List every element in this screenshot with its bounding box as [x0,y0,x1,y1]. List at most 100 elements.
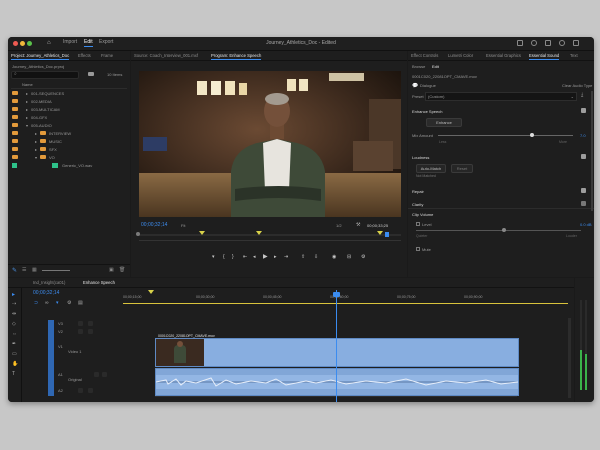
subtab-edit[interactable]: Edit [432,64,439,69]
subtab-browse[interactable]: Browse [412,64,425,69]
playhead-icon[interactable] [385,232,389,237]
playhead-line[interactable] [336,290,337,402]
track-lock-icon[interactable] [78,388,83,393]
go-to-in-button[interactable]: ⇤ [243,254,247,260]
razor-tool-icon[interactable]: ◇ [12,321,16,327]
save-preset-icon[interactable]: ⤓ [581,92,583,98]
add-marker-button[interactable]: ▾ [212,254,215,260]
quality-dropdown[interactable]: 1/2 [336,223,342,228]
timeline-timecode[interactable]: 00;00;32;14 [33,290,59,296]
tab-sequence-enhance-speech[interactable]: Enhance Speech [83,280,115,285]
go-to-out-button[interactable]: ⇥ [284,254,288,260]
snap-icon[interactable]: ⊃ [34,300,38,306]
level-slider[interactable] [416,228,581,232]
work-area-bar[interactable] [123,303,568,304]
marker-icon[interactable] [377,231,383,235]
audio-clip[interactable] [155,368,519,396]
slider-thumb[interactable] [502,228,506,232]
panel-scrollbar[interactable] [591,91,593,211]
step-forward-button[interactable]: ▸ [274,254,277,260]
progress-icon[interactable] [531,40,537,46]
program-scrub-bar[interactable] [136,231,401,237]
tab-source[interactable]: Source: Coach_Interview_001.mxf [134,53,198,58]
hand-tool-icon[interactable]: ✋ [12,361,18,367]
lift-button[interactable]: ⇧ [301,254,305,260]
eye-icon[interactable] [88,321,93,326]
tab-essential-graphics[interactable]: Essential Graphics [486,53,521,58]
wrench-icon[interactable]: ⚒ [356,222,360,228]
pen-tool-icon[interactable]: ✒ [12,341,16,347]
mark-out-button[interactable]: } [232,254,234,260]
level-value[interactable]: 0.0 dB [580,222,592,227]
new-bin-icon[interactable] [88,72,94,76]
zoom-slider[interactable] [42,270,70,271]
tab-project[interactable]: Project: Journey_Athletics_Doc [11,53,70,60]
program-video-frame[interactable] [139,71,401,217]
mute-track-icon[interactable] [88,388,93,393]
zoom-scrollbar[interactable] [139,240,401,241]
tab-sequence-insight[interactable]: Ind_Insight(ca01) [33,280,65,285]
tab-effect-controls[interactable]: Effect Controls [411,53,438,58]
timeline-settings-icon[interactable]: ⚙ [67,300,71,306]
mark-in-button[interactable]: { [223,254,225,260]
marker-icon[interactable] [199,231,205,235]
type-tool-icon[interactable]: T [12,371,15,377]
pencil-icon[interactable]: ✎ [12,267,17,274]
time-ruler[interactable]: 00;00;15;00 00;00;30;00 00;00;45;00 00;0… [123,290,568,304]
source-patch-audio[interactable] [48,366,54,396]
add-marker-icon[interactable]: ▾ [56,300,59,306]
enhance-button[interactable]: Enhance [426,118,462,127]
video-clip[interactable]: 0001C020_22081OPT_CMAVE.mov [155,334,519,367]
source-patch-video[interactable] [48,320,54,366]
slip-tool-icon[interactable]: ⇔ [12,331,17,337]
level-checkbox[interactable] [416,222,420,226]
play-button[interactable]: ▶ [263,253,268,260]
selection-tool-icon[interactable]: ▸ [12,291,15,298]
playhead-icon[interactable] [333,292,340,297]
marker-icon[interactable] [256,231,262,235]
timeline-scrollbar[interactable] [568,318,571,398]
settings-icon[interactable]: ⚙ [361,254,365,260]
program-timecode[interactable]: 00;00;32;14 [141,222,167,228]
slider-thumb[interactable] [530,133,534,137]
marker-icon[interactable] [148,290,154,294]
mix-amount-slider[interactable] [438,133,573,137]
fullscreen-icon[interactable] [573,40,579,46]
tab-frame[interactable]: Frame [101,53,113,58]
new-item-icon[interactable]: ▣ [109,267,114,273]
mute-track-icon[interactable] [94,372,99,377]
track-lock-icon[interactable] [78,321,83,326]
track-lock-icon[interactable] [78,329,83,334]
mute-checkbox[interactable] [416,247,420,251]
help-icon[interactable] [559,40,565,46]
linked-selection-icon[interactable]: ∞ [45,300,49,306]
fit-dropdown[interactable]: Fit [181,223,185,228]
trash-icon[interactable]: 🗑 [119,267,125,273]
ripple-tool-icon[interactable]: ⇹ [12,311,16,317]
workspace-icon[interactable] [517,40,523,46]
tab-text[interactable]: Text [570,53,578,58]
reset-button[interactable]: Reset [451,164,473,173]
tab-essential-sound[interactable]: Essential Sound [529,53,560,60]
mix-amount-value[interactable]: 7.0 [580,133,586,138]
loudness-checkbox[interactable] [581,154,586,159]
comparison-view-icon[interactable]: ⊟ [347,254,351,260]
tab-effects[interactable]: Effects [78,53,91,58]
tab-lumetri-color[interactable]: Lumetri Color [448,53,473,58]
repair-checkbox[interactable] [581,188,586,193]
name-column-header[interactable]: Name [22,82,33,87]
captions-icon[interactable]: ▤ [78,300,83,306]
step-back-button[interactable]: ◂ [253,254,256,260]
in-point-marker[interactable] [136,232,140,236]
export-frame-icon[interactable]: ◉ [332,254,336,260]
preset-dropdown[interactable]: (Custom) ⌄ [425,92,577,101]
share-icon[interactable] [545,40,551,46]
extract-button[interactable]: ⇩ [314,254,318,260]
list-view-icon[interactable]: ☰ [22,267,26,273]
tab-program[interactable]: Program: Enhance Speech [211,53,262,60]
icon-view-icon[interactable]: ▦ [32,267,37,273]
solo-track-icon[interactable] [102,372,107,377]
rectangle-tool-icon[interactable]: ▭ [12,351,17,357]
clarity-checkbox[interactable] [581,201,586,206]
project-search-input[interactable]: ⌕ [11,71,79,79]
